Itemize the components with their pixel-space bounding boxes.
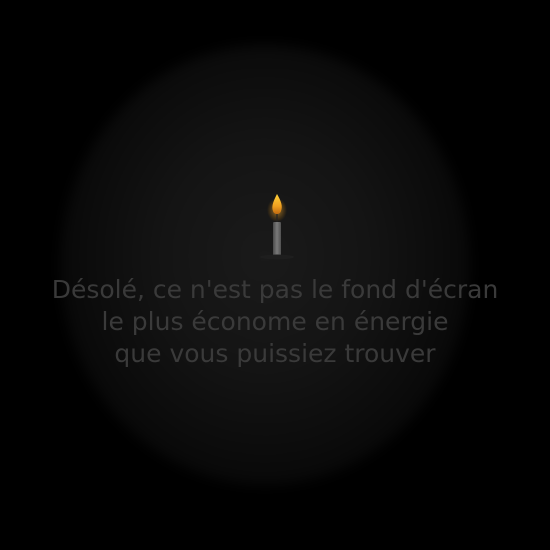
message-line-2: le plus économe en énergie [101, 307, 449, 336]
candle-icon [260, 194, 294, 260]
message-line-3: que vous puissiez trouver [114, 339, 436, 368]
message-line-1: Désolé, ce n'est pas le fond d'écran [51, 275, 499, 304]
apology-message: Désolé, ce n'est pas le fond d'écran le … [0, 274, 550, 370]
wallpaper: Désolé, ce n'est pas le fond d'écran le … [0, 0, 550, 550]
